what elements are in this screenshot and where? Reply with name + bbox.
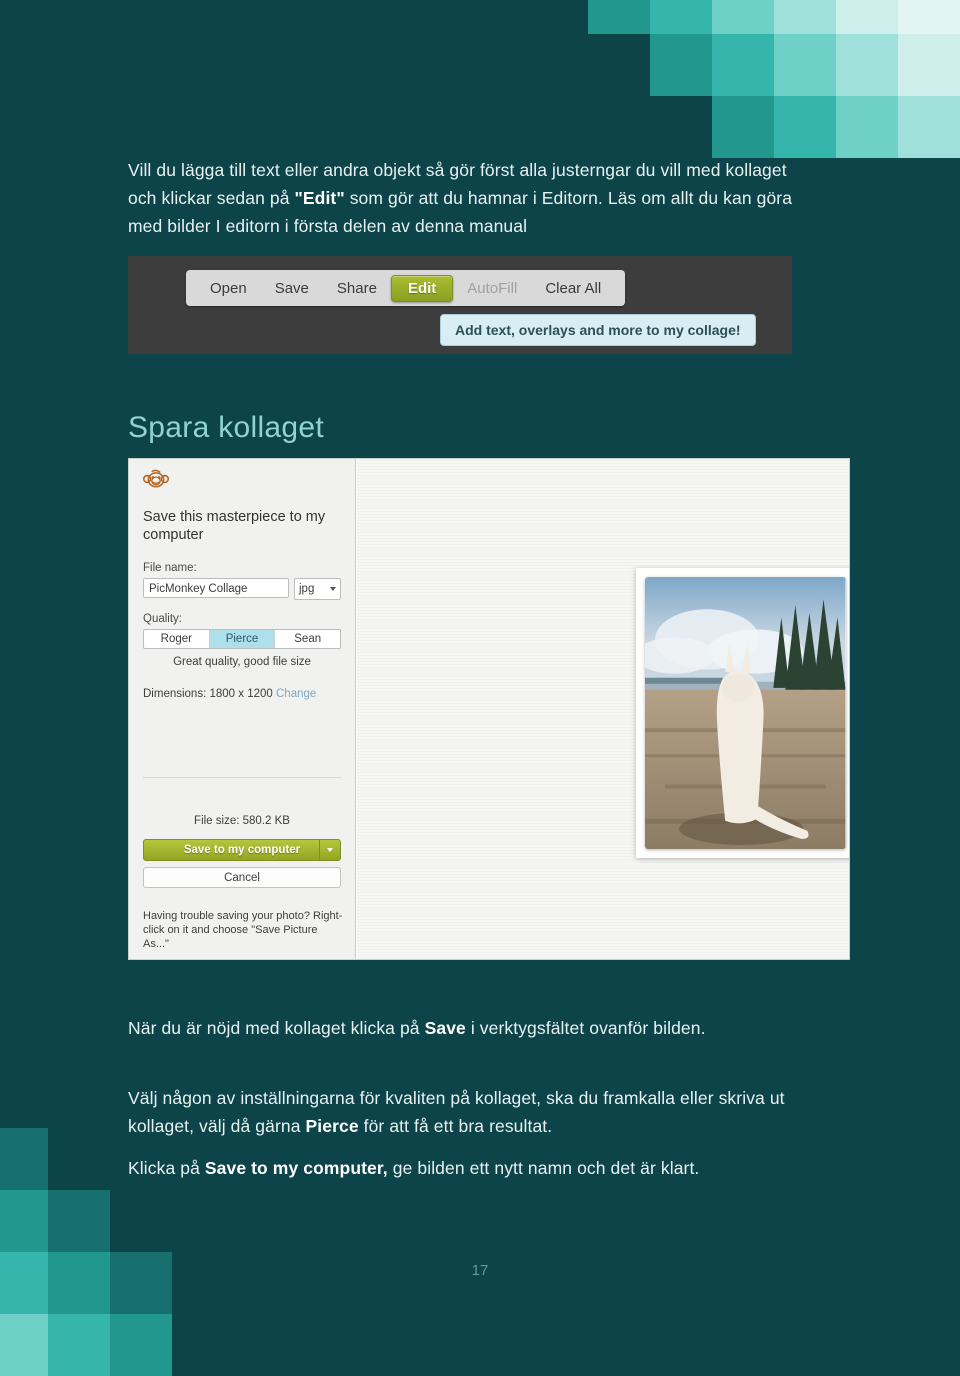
save-dialog-panel: Save this masterpiece to my computer Fil…: [129, 459, 356, 959]
intro-paragraph: Vill du lägga till text eller andra obje…: [128, 156, 818, 240]
mosaic-cell: [898, 0, 960, 34]
toolbar-button-share[interactable]: Share: [323, 275, 391, 302]
save-button-dropdown[interactable]: [319, 840, 340, 860]
collage-toolbar: Open Save Share Edit AutoFill Clear All: [186, 270, 626, 306]
file-extension-select[interactable]: jpg: [294, 578, 341, 600]
picmonkey-save-dialog-screenshot: Save this masterpiece to my computer Fil…: [128, 458, 850, 960]
p2-part1: När du är nöjd med kollaget klicka på: [128, 1017, 425, 1038]
file-extension-value: jpg: [299, 583, 315, 595]
section-heading-spara-kollaget: Spara kollaget: [128, 410, 324, 444]
dimensions-label: Dimensions:: [143, 688, 207, 700]
p4-part1: Klicka på: [128, 1157, 205, 1178]
file-name-label: File name:: [143, 562, 197, 574]
intro-text-bold-edit: "Edit": [294, 187, 345, 208]
collage-photo-left: [645, 577, 846, 849]
mosaic-cell: [898, 96, 960, 158]
chevron-down-icon: [327, 848, 333, 852]
file-name-input[interactable]: PicMonkey Collage: [143, 578, 289, 598]
p3-bold-pierce: Pierce: [305, 1115, 359, 1136]
dimensions-value: 1800 x 1200: [209, 688, 273, 700]
save-button-label: Save to my computer: [183, 844, 301, 856]
toolbar-button-clear-all[interactable]: Clear All: [531, 275, 615, 302]
dimensions-row: Dimensions: 1800 x 1200 Change: [143, 688, 341, 700]
p4-part2: ge bilden ett nytt namn och det är klart…: [387, 1157, 700, 1178]
collage-canvas-area: [357, 459, 849, 959]
mosaic-cell: [48, 1314, 110, 1376]
quality-option-pierce[interactable]: Pierce: [209, 630, 276, 648]
page-content: Vill du lägga till text eller andra obje…: [128, 0, 850, 1358]
picmonkey-toolbar-screenshot: Open Save Share Edit AutoFill Clear All …: [128, 256, 792, 354]
chevron-down-icon: [330, 587, 336, 591]
save-dialog-title: Save this masterpiece to my computer: [143, 509, 326, 543]
p3-part2: för att få ett bra resultat.: [358, 1115, 553, 1136]
panel-divider: [143, 777, 341, 778]
monkey-face-icon: [143, 469, 169, 488]
quality-option-sean[interactable]: Sean: [275, 630, 340, 648]
mosaic-cell: [0, 1314, 48, 1376]
quality-option-roger[interactable]: Roger: [144, 630, 210, 648]
paragraph-final-instruction: Klicka på Save to my computer, ge bilden…: [128, 1154, 808, 1182]
mosaic-cell: [0, 1128, 48, 1190]
paragraph-quality-instruction: Välj någon av inställningarna för kvalit…: [128, 1084, 818, 1140]
quality-option-group: Roger Pierce Sean: [143, 629, 341, 649]
mosaic-cell: [48, 1190, 110, 1252]
paragraph-save-instruction: När du är nöjd med kollaget klicka på Sa…: [128, 1014, 788, 1042]
mosaic-cell: [898, 34, 960, 96]
mosaic-cell: [0, 1190, 48, 1252]
p2-part2: i verktygsfältet ovanför bilden.: [465, 1017, 706, 1038]
cancel-button[interactable]: Cancel: [143, 867, 341, 888]
page-number: 17: [471, 1262, 489, 1279]
toolbar-button-save[interactable]: Save: [261, 275, 323, 302]
toolbar-button-autofill[interactable]: AutoFill: [453, 275, 531, 302]
save-help-text: Having trouble saving your photo? Right-…: [143, 910, 343, 950]
file-size-text: File size: 580.2 KB: [194, 815, 290, 827]
dimensions-change-link[interactable]: Change: [276, 688, 316, 700]
p2-bold-save: Save: [424, 1017, 466, 1038]
quality-note: Great quality, good file size: [173, 656, 311, 668]
toolbar-button-edit[interactable]: Edit: [390, 274, 454, 302]
p4-bold-save-to-my-computer: Save to my computer,: [204, 1157, 388, 1178]
save-to-my-computer-button[interactable]: Save to my computer: [143, 839, 341, 861]
toolbar-button-open[interactable]: Open: [196, 275, 261, 302]
collage-frame: [636, 568, 849, 858]
edit-button-tooltip: Add text, overlays and more to my collag…: [440, 314, 756, 346]
quality-label: Quality:: [143, 613, 182, 625]
file-name-row: PicMonkey Collage jpg: [143, 578, 341, 600]
